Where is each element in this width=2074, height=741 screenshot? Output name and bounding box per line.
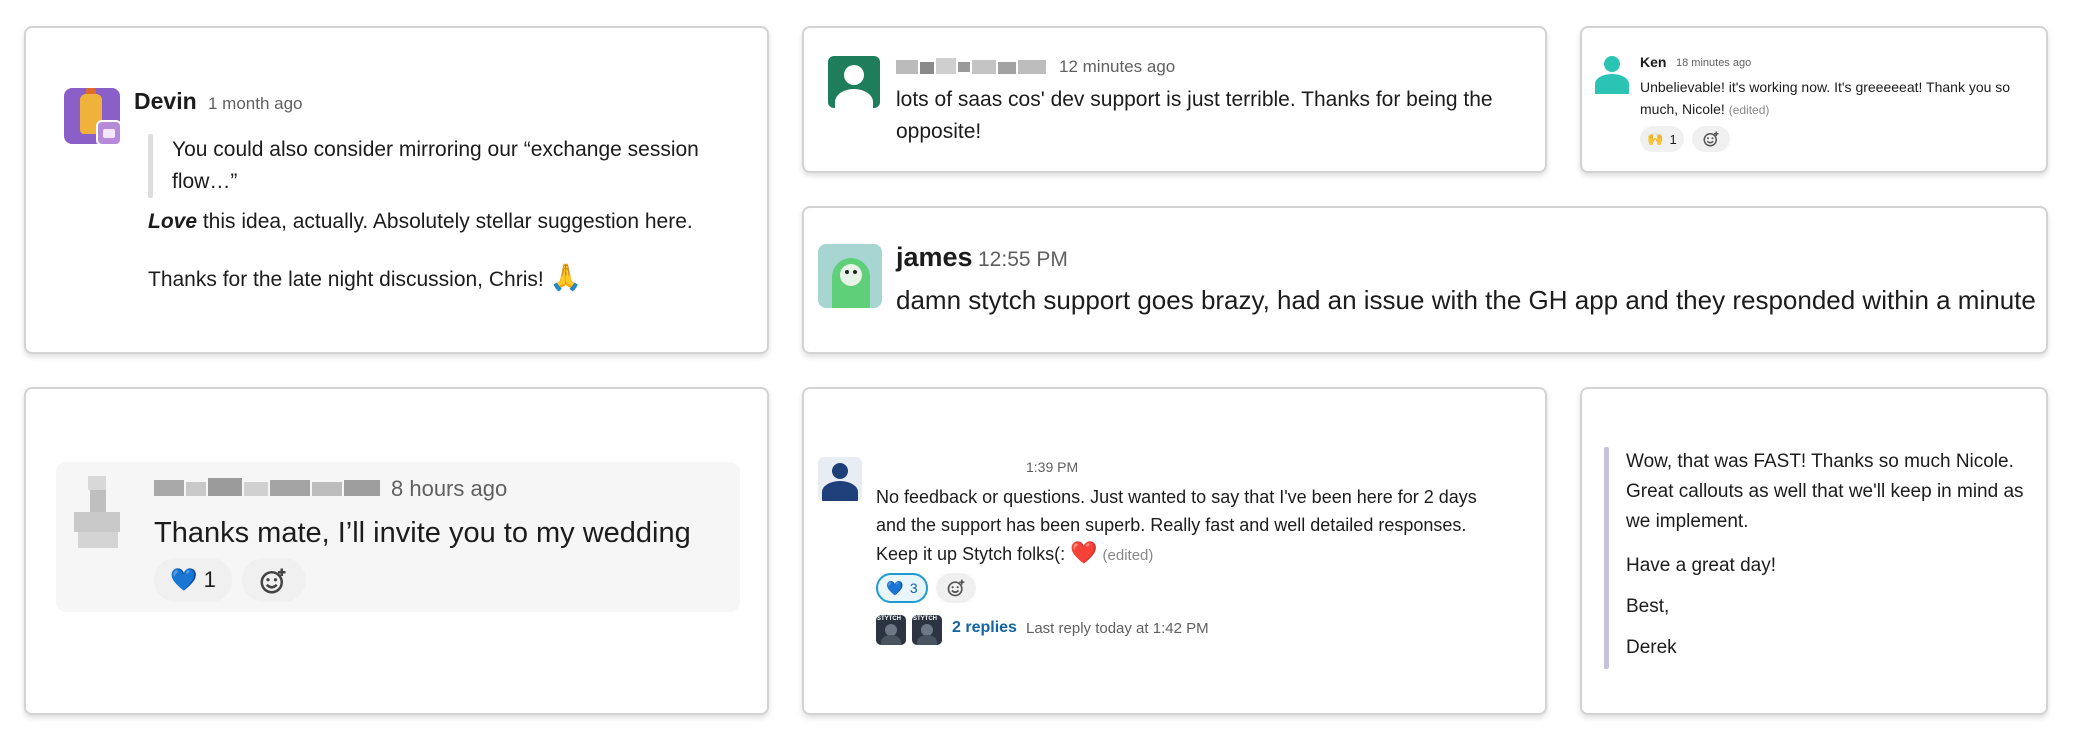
message-line-3: Keep it up Stytch folks(: ❤️ (edited) [876,539,1153,570]
edited-label: (edited) [1728,103,1770,117]
message-card-derek: Wow, that was FAST! Thanks so much Nicol… [1580,387,2048,715]
person-icon[interactable] [818,457,862,501]
reply-avatar-2[interactable]: STYTCH [912,615,942,645]
message-line-1: No feedback or questions. Just wanted to… [876,487,1477,507]
pixelated-avatar[interactable] [68,476,134,550]
blue-heart-emoji: 💙 [886,579,904,596]
message-highlight-box: 8 hours ago Thanks mate, I’ll invite you… [56,462,740,612]
add-reaction-button[interactable] [936,573,976,603]
redacted-sender-name [896,58,1048,76]
person-icon[interactable] [828,56,880,108]
message-timestamp[interactable]: 1:39 PM [1026,459,1078,475]
reply-avatar-2-text: STYTCH [913,616,937,622]
message-timestamp[interactable]: 12 minutes ago [1059,57,1175,77]
sender-name[interactable]: Ken [1640,54,1666,70]
devin-avatar[interactable] [64,88,122,146]
message-line-1-rest: this idea, actually. Absolutely stellar … [197,210,693,233]
reaction-blue-heart[interactable]: 💙 1 [154,558,232,602]
message-paragraph-2: Have a great day! [1626,555,1776,576]
thread-replies-link[interactable]: 2 replies [952,619,1017,637]
message-line-2-text: Thanks for the late night discussion, Ch… [148,268,544,291]
app-badge-icon [96,120,122,146]
message-body: Unbelievable! it's working now. It's gre… [1640,79,2011,117]
person-icon[interactable] [1592,54,1632,94]
message-card-wedding: 8 hours ago Thanks mate, I’ll invite you… [24,387,769,715]
reply-avatar-1-text: STYTCH [877,616,901,622]
add-reaction-icon [260,568,286,594]
message-timestamp[interactable]: 18 minutes ago [1676,57,1751,69]
add-reaction-button[interactable] [242,558,306,602]
message-text: Unbelievable! it's working now. It's gre… [1640,76,2042,121]
reaction-count: 1 [1669,131,1677,147]
add-reaction-button[interactable] [1692,126,1730,152]
message-card-stytch-feedback: 1:39 PM No feedback or questions. Just w… [802,387,1547,715]
quote-bar [148,134,153,198]
reply-avatar-1[interactable]: STYTCH [876,615,906,645]
reaction-count: 3 [909,580,918,596]
message-line-2: and the support has been superb. Really … [876,515,1467,535]
message-timestamp[interactable]: 8 hours ago [391,476,507,502]
message-text: Thanks mate, I’ll invite you to my weddi… [154,517,691,549]
message-timestamp[interactable]: 1 month ago [208,94,303,114]
message-card-ken: Ken 18 minutes ago Unbelievable! it's wo… [1580,26,2048,173]
pray-emoji: 🙏 [549,262,582,292]
message-paragraph-1: Wow, that was FAST! Thanks so much Nicol… [1626,451,2024,532]
red-heart-emoji: ❤️ [1070,540,1098,565]
sender-name[interactable]: Devin [134,88,197,115]
message-card-saas: 12 minutes ago lots of saas cos' dev sup… [802,26,1547,173]
quote-bar [1604,447,1609,669]
sender-name[interactable]: james [896,242,973,273]
raised-hands-emoji: 🙌 [1647,131,1664,146]
message-line-1: Love this idea, actually. Absolutely ste… [148,206,748,238]
message-timestamp[interactable]: 12:55 PM [978,248,1068,272]
last-reply-text: Last reply today at 1:42 PM [1026,620,1209,637]
message-line-2: Thanks for the late night discussion, Ch… [148,260,748,297]
redacted-sender-name [154,478,380,498]
blue-heart-emoji: 💙 [170,567,198,592]
reaction-count: 1 [203,567,216,592]
quoted-text: You could also consider mirroring our “e… [172,138,699,193]
message-text: damn stytch support goes brazy, had an i… [896,285,2036,315]
message-card-devin: Devin 1 month ago You could also conside… [24,26,769,354]
edited-label: (edited) [1102,547,1154,564]
message-text: lots of saas cos' dev support is just te… [896,88,1493,143]
emphasis-text: Love [148,210,198,233]
message-line-3-text: Keep it up Stytch folks(: [876,544,1066,564]
add-reaction-icon [947,579,965,597]
reaction-raised-hands[interactable]: 🙌 1 [1640,126,1684,152]
reaction-blue-heart[interactable]: 💙 3 [876,573,928,603]
message-signature: Derek [1626,637,1677,658]
message-paragraph-3: Best, [1626,596,1670,617]
add-reaction-icon [1703,131,1719,147]
james-avatar[interactable] [818,244,882,308]
message-card-james: james 12:55 PM damn stytch support goes … [802,206,2048,354]
